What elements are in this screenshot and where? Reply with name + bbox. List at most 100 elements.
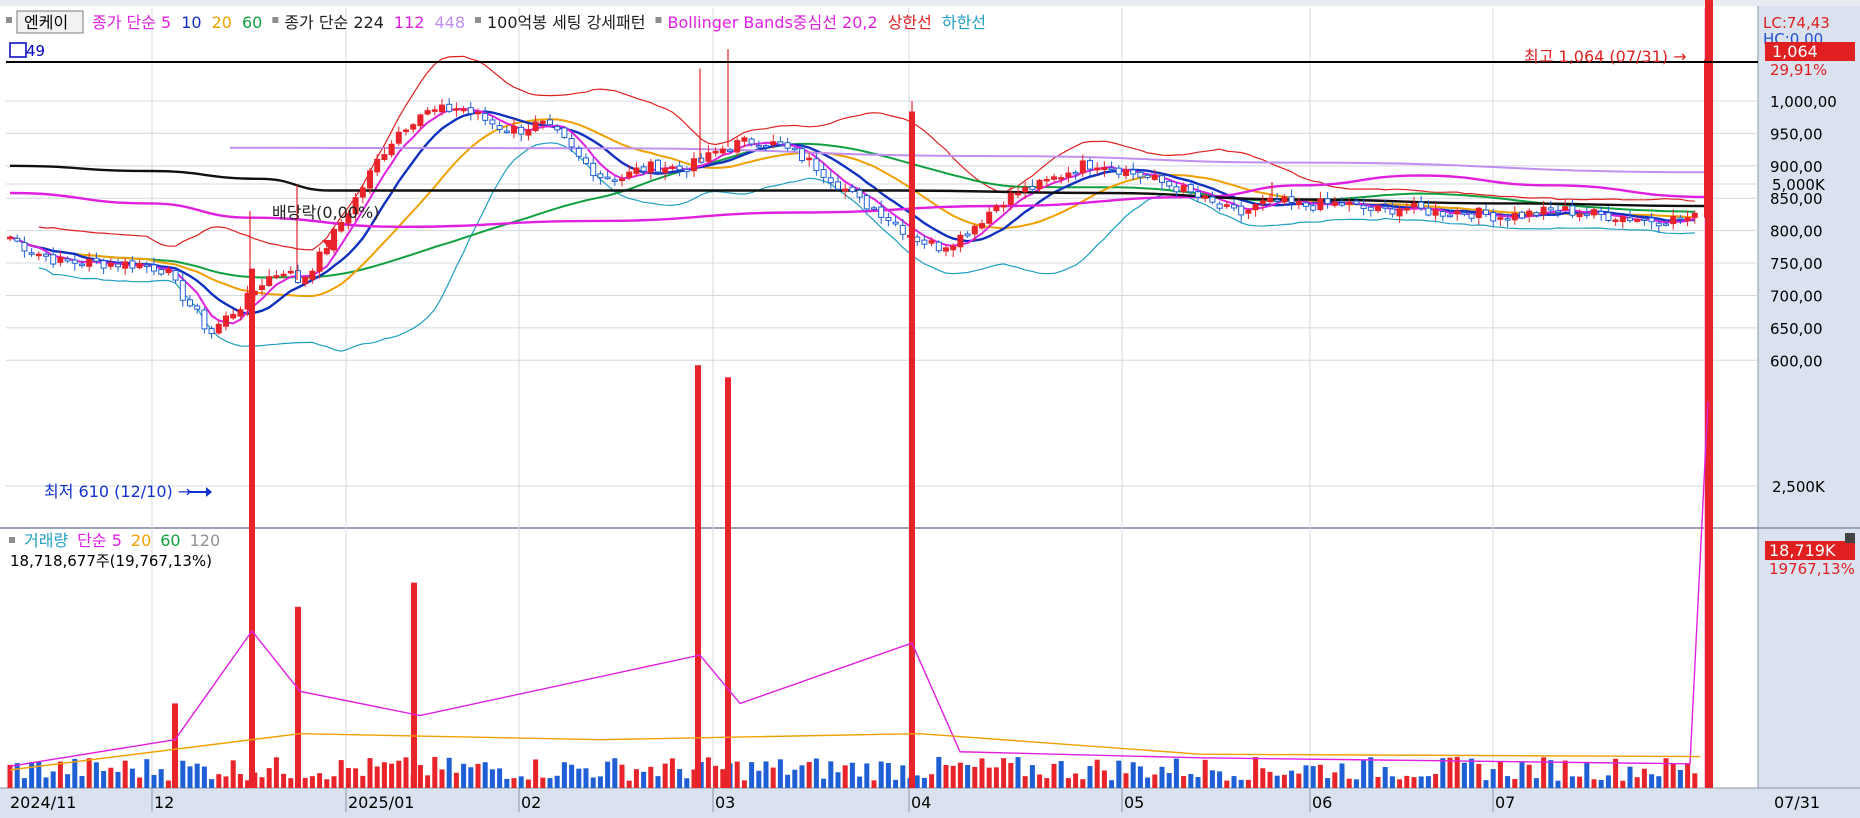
- volume-bar: [893, 779, 899, 788]
- volume-bar: [864, 763, 870, 788]
- volume-bar: [1152, 774, 1158, 788]
- candle-body: [511, 125, 517, 134]
- volume-bar: [475, 763, 481, 788]
- candle-body: [453, 108, 460, 111]
- volume-bar: [1483, 780, 1489, 788]
- close-icon[interactable]: [1845, 533, 1855, 543]
- volume-bar: [605, 761, 611, 788]
- small-label: 49: [26, 42, 45, 60]
- candle-body: [676, 165, 683, 171]
- volume-bar: [972, 766, 978, 788]
- volume-bar: [1289, 770, 1295, 788]
- volume-bar: [1548, 760, 1554, 788]
- candle-body: [691, 158, 697, 172]
- candle-body: [813, 158, 820, 172]
- volume-bar: [1346, 778, 1352, 788]
- volume-bar: [554, 775, 560, 788]
- stock-chart[interactable]: 1,000,00950,00900,00850,00800,00750,0070…: [0, 0, 1860, 818]
- candle-body: [597, 173, 604, 179]
- candle-body: [1303, 202, 1309, 207]
- candle-body: [532, 121, 539, 132]
- candle-body: [921, 239, 928, 245]
- price-tag: 1,064: [1772, 42, 1818, 61]
- volume-bar: [1512, 778, 1518, 788]
- candle-body: [1094, 167, 1101, 171]
- volume-bar: [1375, 776, 1381, 788]
- volume-bar: [453, 772, 459, 788]
- candle-body: [79, 263, 85, 267]
- candle-body: [1137, 171, 1144, 178]
- volume-bar: [360, 775, 366, 788]
- volume-bar: [792, 769, 798, 788]
- volume-bar: [21, 778, 27, 788]
- volume-bar: [540, 777, 546, 788]
- volume-bar: [1188, 773, 1194, 788]
- volume-bar: [561, 762, 567, 788]
- volume-bar: [1425, 776, 1431, 788]
- candle-body: [1490, 212, 1497, 222]
- volume-bar: [741, 780, 747, 788]
- volume-bar: [122, 760, 128, 788]
- candle-body: [943, 247, 949, 252]
- candle-body: [899, 224, 906, 235]
- x-tick-label: 2025/01: [348, 793, 414, 812]
- legend-marker: [6, 17, 12, 23]
- volume-bar: [259, 777, 265, 788]
- volume-bar: [209, 779, 215, 788]
- volume-bar: [806, 761, 812, 788]
- volume-bar: [396, 760, 402, 788]
- volume-bar: [165, 780, 171, 788]
- volume-bar: [144, 759, 150, 788]
- volume-bar: [187, 766, 193, 788]
- volume-bar: [194, 763, 200, 788]
- candle-body: [633, 167, 640, 174]
- volume-bar: [353, 768, 359, 788]
- candle-body: [338, 222, 345, 232]
- volume-bar: [1224, 780, 1230, 788]
- candle-body: [1195, 191, 1201, 198]
- candle-body: [1180, 185, 1187, 193]
- candle-body: [1367, 206, 1374, 211]
- volume-bar: [1238, 779, 1244, 788]
- candle-body: [1598, 211, 1605, 215]
- candle-body: [1475, 207, 1482, 219]
- candle-body: [136, 263, 143, 269]
- volume-bar: [914, 775, 920, 788]
- candle-body: [1382, 206, 1389, 209]
- candle-body: [316, 251, 323, 272]
- candle-body: [359, 187, 366, 198]
- candle-body: [266, 276, 273, 287]
- candle-body: [1101, 167, 1108, 171]
- candle-body: [568, 138, 575, 148]
- volume-bar: [331, 776, 337, 788]
- volume-bar: [1627, 766, 1633, 788]
- candle-body: [755, 145, 762, 148]
- x-tick-label: 12: [154, 793, 174, 812]
- volume-bar: [957, 762, 963, 788]
- volume-bar: [785, 774, 791, 788]
- volume-bar: [1663, 758, 1669, 788]
- volume-bar: [1555, 780, 1561, 788]
- candle-body: [1576, 213, 1583, 218]
- volume-bar: [626, 780, 632, 788]
- candle-body: [237, 309, 244, 317]
- candle-body: [583, 157, 589, 165]
- candle-body: [179, 280, 186, 301]
- candle-body: [431, 109, 438, 112]
- candle-body: [1317, 198, 1324, 211]
- candle-body: [993, 205, 1000, 212]
- candle-body: [323, 248, 330, 255]
- volume-bar: [115, 771, 121, 788]
- volume-spike-bar: [295, 606, 301, 788]
- candle-body: [403, 129, 409, 133]
- candle-body: [1058, 177, 1065, 180]
- volume-tick-label: 2,500K: [1772, 478, 1826, 496]
- y-tick-label: 600,00: [1770, 352, 1823, 370]
- candle-body: [1043, 178, 1050, 182]
- low-annotation: 최저 610 (12/10) →: [44, 482, 191, 501]
- candle-body: [129, 260, 136, 269]
- volume-bar: [101, 770, 107, 788]
- volume-bar: [367, 758, 373, 788]
- volume-bar: [734, 761, 740, 788]
- volume-bar: [777, 759, 783, 788]
